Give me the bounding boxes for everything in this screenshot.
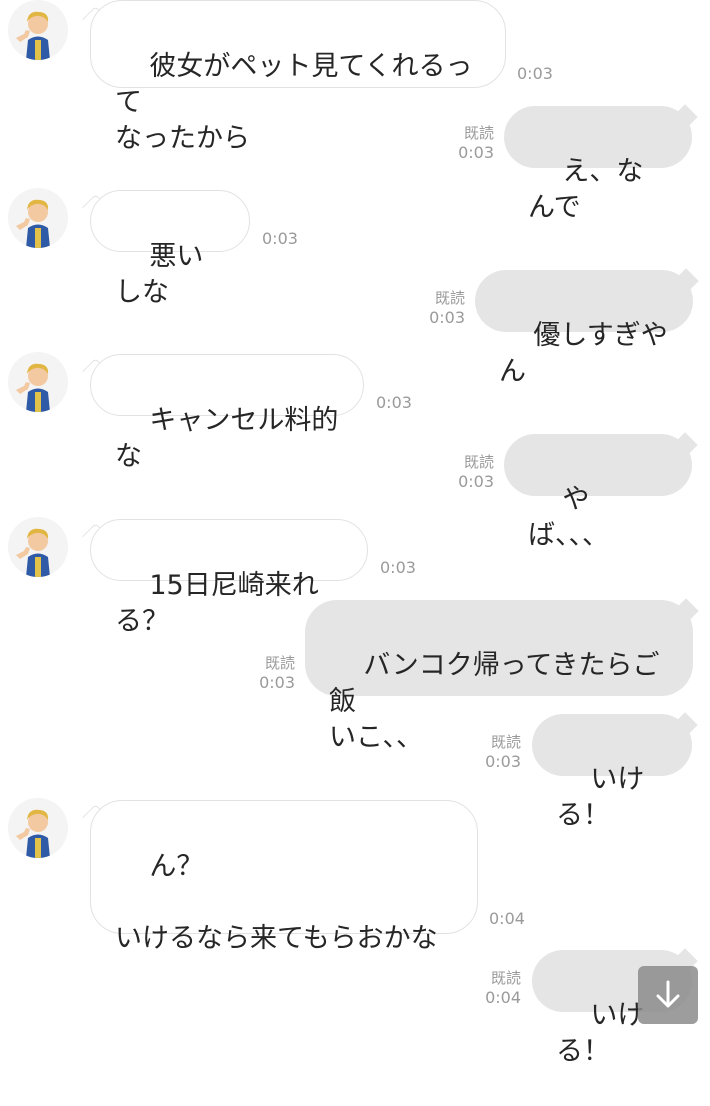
avatar[interactable] <box>8 352 68 412</box>
message-text: え、なんで <box>528 156 644 223</box>
message-time: 0:04 <box>489 909 525 928</box>
message-bubble-incoming[interactable]: 15日尼崎来れる？ <box>90 519 368 637</box>
message-bubble-outgoing[interactable]: いける！ <box>532 714 692 831</box>
avatar-image <box>8 798 68 858</box>
message-bubble-outgoing[interactable]: え、なんで <box>504 106 692 223</box>
message-text: やば、、、 <box>528 484 609 551</box>
message-bubble-incoming[interactable]: 悪いしな <box>90 190 250 308</box>
avatar[interactable] <box>8 517 68 577</box>
message-text: 15日尼崎来れる？ <box>115 570 319 637</box>
message-time: 0:03 <box>376 393 412 412</box>
message-time: 0:03 <box>458 472 494 491</box>
avatar[interactable] <box>8 798 68 858</box>
message-bubble-incoming[interactable]: 彼女がペット見てくれるって なったから <box>90 0 506 154</box>
arrow-down-icon <box>656 980 680 1008</box>
message-meta: 既読 0:04 <box>471 968 521 1008</box>
message-meta: 既読 0:03 <box>444 123 494 163</box>
message-time: 0:03 <box>517 64 553 83</box>
message-text: ん？ いけるなら来てもらおかな <box>115 851 438 954</box>
message-meta: 既読 0:03 <box>245 653 295 693</box>
message-time: 0:03 <box>380 558 416 577</box>
message-time: 0:03 <box>259 673 295 692</box>
message-bubble-outgoing[interactable]: 優しすぎやん <box>475 270 693 387</box>
message-text: 彼女がペット見てくれるって なったから <box>115 51 473 154</box>
read-receipt: 既読 <box>463 453 494 471</box>
chat-thread[interactable]: 彼女がペット見てくれるって なったから 0:03 既読 0:03 え、なんで 悪… <box>0 0 710 1067</box>
message-bubble-incoming[interactable]: キャンセル料的な <box>90 354 364 472</box>
read-receipt: 既読 <box>264 654 295 672</box>
message-text: いける！ <box>556 1000 645 1067</box>
message-text: 優しすぎやん <box>499 320 668 387</box>
message-bubble-outgoing[interactable]: バンコク帰ってきたらご飯 いこ、、 <box>305 600 693 753</box>
message-meta: 既読 0:03 <box>471 732 521 772</box>
read-receipt: 既読 <box>463 124 494 142</box>
message-text: キャンセル料的な <box>115 405 339 472</box>
message-bubble-incoming[interactable]: ん？ いけるなら来てもらおかな <box>90 800 478 954</box>
message-time: 0:03 <box>485 752 521 771</box>
avatar[interactable] <box>8 0 68 60</box>
message-text: 悪いしな <box>115 241 204 308</box>
avatar-image <box>8 0 68 60</box>
message-time: 0:03 <box>458 143 494 162</box>
avatar-image <box>8 517 68 577</box>
message-text: いける！ <box>556 764 645 831</box>
read-receipt: 既読 <box>490 733 521 751</box>
message-meta: 既読 0:03 <box>415 288 465 328</box>
message-time: 0:03 <box>262 229 298 248</box>
avatar-image <box>8 352 68 412</box>
message-time: 0:03 <box>429 308 465 327</box>
message-meta: 既読 0:03 <box>444 452 494 492</box>
avatar[interactable] <box>8 188 68 248</box>
read-receipt: 既読 <box>434 289 465 307</box>
scroll-to-bottom-button[interactable] <box>638 966 698 1024</box>
message-bubble-outgoing[interactable]: やば、、、 <box>504 434 692 551</box>
read-receipt: 既読 <box>490 969 521 987</box>
message-time: 0:04 <box>485 988 521 1007</box>
avatar-image <box>8 188 68 248</box>
